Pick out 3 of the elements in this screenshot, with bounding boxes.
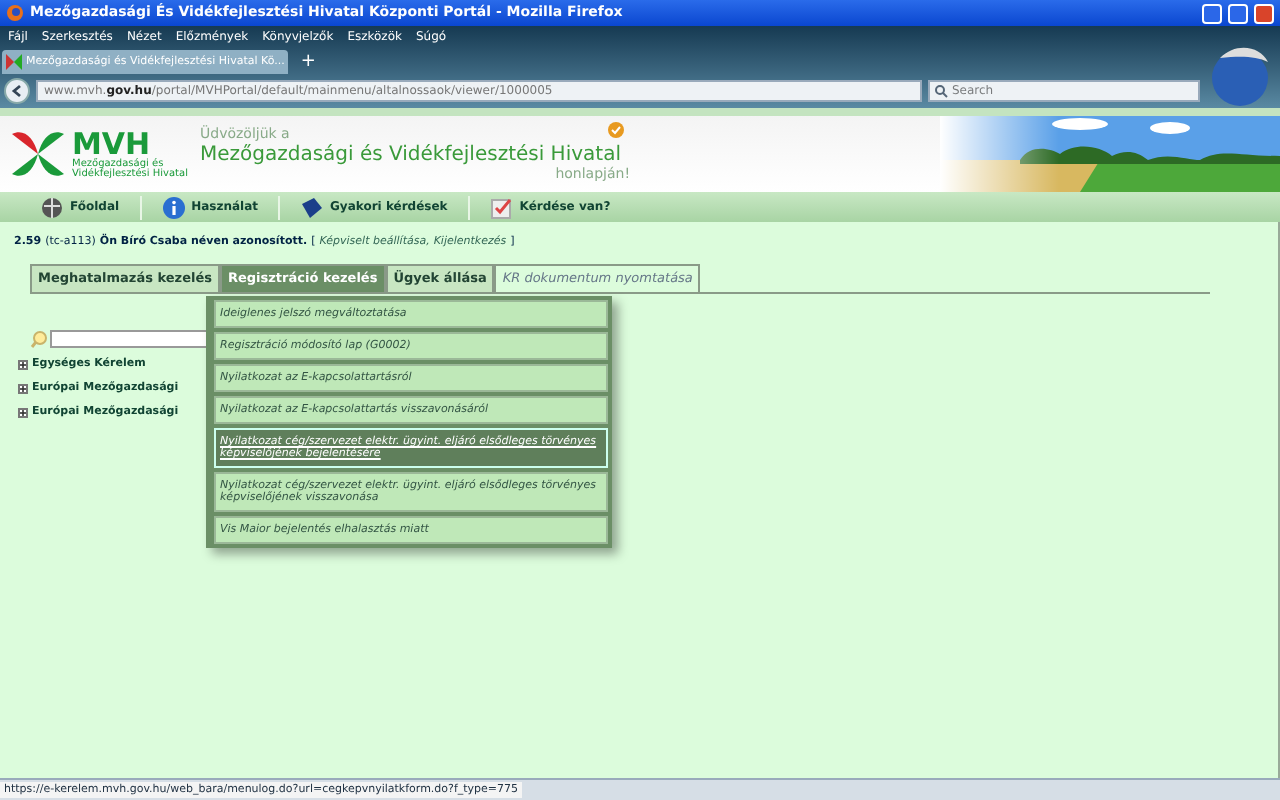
new-tab-button[interactable]: + xyxy=(294,50,322,74)
logo-text: MVH xyxy=(72,129,152,159)
site-name: Mezőgazdasági és Vidékfejlesztési Hivatal xyxy=(200,141,621,166)
